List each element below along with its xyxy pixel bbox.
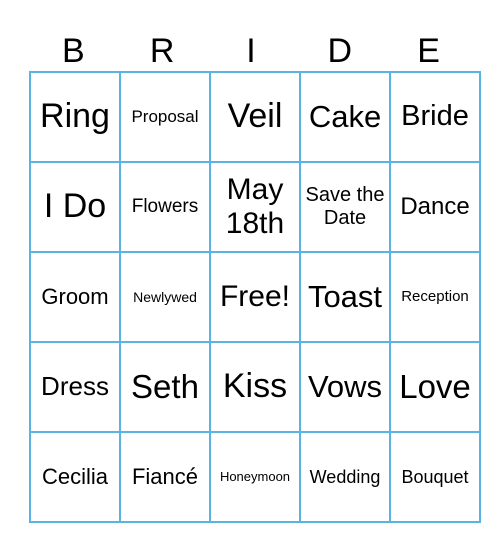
grid-row: Groom Newlywed Free! Toast Reception <box>29 251 481 343</box>
bingo-cell[interactable]: Newlywed <box>119 251 211 343</box>
bingo-cell[interactable]: I Do <box>29 161 121 253</box>
bingo-cell[interactable]: Cecilia <box>29 431 121 523</box>
grid-row: Ring Proposal Veil Cake Bride <box>29 71 481 163</box>
bingo-cell[interactable]: Love <box>389 341 481 433</box>
bingo-cell[interactable]: Free! <box>209 251 301 343</box>
bingo-cell[interactable]: Dress <box>29 341 121 433</box>
header-letter: R <box>149 32 175 70</box>
bingo-cell[interactable]: Dance <box>389 161 481 253</box>
header-letter: I <box>246 32 256 70</box>
grid-row: Dress Seth Kiss Vows Love <box>29 341 481 433</box>
bingo-header: B R I D E <box>29 30 473 72</box>
bingo-cell[interactable]: Wedding <box>299 431 391 523</box>
bingo-cell[interactable]: Toast <box>299 251 391 343</box>
bingo-cell[interactable]: Fiancé <box>119 431 211 523</box>
bingo-cell[interactable]: Groom <box>29 251 121 343</box>
bingo-cell[interactable]: Flowers <box>119 161 211 253</box>
header-letter: B <box>62 32 85 70</box>
bingo-cell[interactable]: Kiss <box>209 341 301 433</box>
header-letter: D <box>327 32 353 70</box>
bingo-cell[interactable]: Seth <box>119 341 211 433</box>
bingo-cell[interactable]: May 18th <box>209 161 301 253</box>
bingo-grid: Ring Proposal Veil Cake Bride I Do Flowers May … <box>29 71 481 523</box>
bingo-cell[interactable]: Ring <box>29 71 121 163</box>
header-letter: E <box>417 32 440 70</box>
bingo-cell[interactable]: Bouquet <box>389 431 481 523</box>
bingo-cell[interactable]: Vows <box>299 341 391 433</box>
bingo-cell[interactable]: Honeymoon <box>209 431 301 523</box>
grid-row: I Do Flowers May 18th Save the Date Dance <box>29 161 481 253</box>
grid-row: Cecilia Fiancé Honeymoon Wedding Bouquet <box>29 431 481 523</box>
bingo-cell[interactable]: Reception <box>389 251 481 343</box>
bingo-cell[interactable]: Cake <box>299 71 391 163</box>
bingo-cell[interactable]: Veil <box>209 71 301 163</box>
bingo-cell[interactable]: Bride <box>389 71 481 163</box>
bingo-cell[interactable]: Save the Date <box>299 161 391 253</box>
bingo-cell[interactable]: Proposal <box>119 71 211 163</box>
